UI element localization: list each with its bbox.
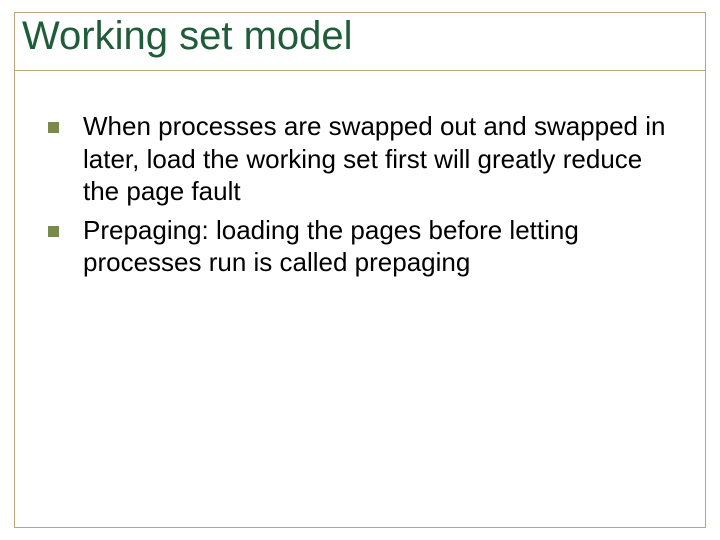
slide: Working set model When processes are swa…: [0, 0, 720, 540]
bullet-text: Prepaging: loading the pages before lett…: [83, 214, 678, 279]
title-underline: [14, 70, 706, 71]
bullet-text: When processes are swapped out and swapp…: [83, 110, 678, 208]
square-bullet-icon: [48, 122, 59, 133]
square-bullet-icon: [48, 226, 59, 237]
list-item: When processes are swapped out and swapp…: [48, 110, 678, 208]
slide-body: When processes are swapped out and swapp…: [48, 110, 678, 285]
list-item: Prepaging: loading the pages before lett…: [48, 214, 678, 279]
slide-title: Working set model: [22, 14, 361, 58]
